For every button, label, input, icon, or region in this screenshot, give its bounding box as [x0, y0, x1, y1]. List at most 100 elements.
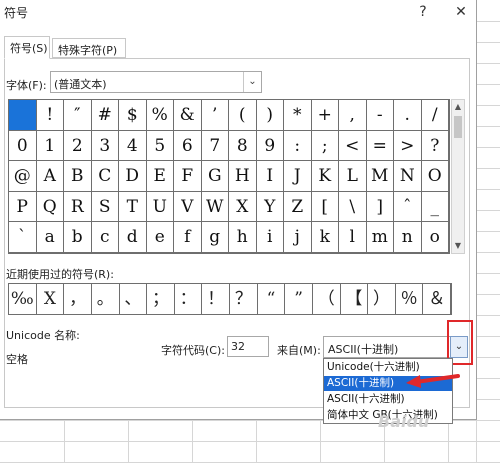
symbol-cell[interactable]: d — [119, 222, 147, 253]
symbol-cell[interactable]: S — [91, 191, 119, 223]
symbol-cell[interactable]: j — [284, 222, 312, 253]
symbol-cell[interactable]: g — [201, 222, 229, 253]
symbol-cell[interactable]: T — [119, 191, 147, 223]
symbol-cell[interactable]: D — [119, 161, 147, 192]
recent-symbol-cell[interactable]: ‰ — [9, 284, 37, 314]
recent-symbol-cell[interactable]: ） — [368, 284, 396, 314]
symbol-cell[interactable]: a — [36, 222, 64, 253]
recent-symbol-cell[interactable]: ， — [64, 284, 92, 314]
symbol-cell[interactable]: ’ — [201, 100, 229, 131]
symbol-cell[interactable]: 3 — [91, 130, 119, 162]
symbol-cell[interactable]: I — [256, 161, 284, 192]
symbol-cell[interactable]: C — [91, 161, 119, 192]
symbol-cell[interactable]: L — [339, 161, 367, 192]
symbol-cell[interactable]: ` — [9, 222, 37, 253]
symbol-cell[interactable]: 0 — [9, 130, 37, 162]
symbol-cell[interactable]: ; — [311, 130, 339, 162]
help-button[interactable]: ? — [412, 2, 434, 22]
symbol-cell[interactable]: e — [146, 222, 174, 253]
symbol-cell[interactable]: 6 — [174, 130, 202, 162]
symbol-cell[interactable]: # — [91, 100, 119, 131]
symbol-cell[interactable]: c — [91, 222, 119, 253]
symbol-cell[interactable]: / — [421, 100, 449, 131]
symbol-cell[interactable]: G — [201, 161, 229, 192]
symbol-cell[interactable]: Q — [36, 191, 64, 223]
symbol-cell[interactable]: ˆ — [394, 191, 422, 223]
symbol-cell[interactable]: o — [421, 222, 449, 253]
symbol-cell[interactable]: K — [311, 161, 339, 192]
symbol-cell[interactable]: 7 — [201, 130, 229, 162]
recent-symbol-cell[interactable]: ！ — [202, 284, 230, 314]
recent-symbol-cell[interactable]: 【 — [341, 284, 369, 314]
symbol-cell[interactable]: E — [146, 161, 174, 192]
symbol-cell[interactable]: B — [64, 161, 92, 192]
recent-symbol-cell[interactable]: “ — [258, 284, 286, 314]
recent-symbol-cell[interactable]: ％ — [396, 284, 424, 314]
symbol-cell[interactable]: A — [36, 161, 64, 192]
symbol-cell[interactable] — [9, 100, 37, 131]
symbol-cell[interactable]: b — [64, 222, 92, 253]
symbol-cell[interactable]: W — [201, 191, 229, 223]
close-button[interactable]: ✕ — [450, 2, 472, 22]
symbol-cell[interactable]: : — [284, 130, 312, 162]
symbol-cell[interactable]: , — [339, 100, 367, 131]
symbol-cell[interactable]: X — [229, 191, 257, 223]
scrollbar-thumb[interactable] — [454, 116, 462, 138]
symbol-cell[interactable]: 8 — [229, 130, 257, 162]
scroll-down-icon[interactable]: ▼ — [452, 239, 464, 253]
symbol-cell[interactable]: = — [366, 130, 394, 162]
symbol-cell[interactable]: F — [174, 161, 202, 192]
symbol-cell[interactable]: m — [366, 222, 394, 253]
symbol-cell[interactable]: V — [174, 191, 202, 223]
recent-symbol-cell[interactable]: X — [37, 284, 65, 314]
recent-symbol-cell[interactable]: 。 — [92, 284, 120, 314]
symbol-cell[interactable]: l — [339, 222, 367, 253]
symbol-cell[interactable]: + — [311, 100, 339, 131]
symbol-cell[interactable]: k — [311, 222, 339, 253]
tab-special-chars[interactable]: 特殊字符(P) — [52, 38, 126, 58]
symbol-cell[interactable]: [ — [311, 191, 339, 223]
symbol-cell[interactable]: ″ — [64, 100, 92, 131]
symbol-cell[interactable]: ) — [256, 100, 284, 131]
symbol-cell[interactable]: ! — [36, 100, 64, 131]
symbol-cell[interactable]: Y — [256, 191, 284, 223]
symbol-cell[interactable]: ? — [421, 130, 449, 162]
symbol-cell[interactable]: h — [229, 222, 257, 253]
symbol-cell[interactable]: > — [394, 130, 422, 162]
recent-symbol-cell[interactable]: ？ — [230, 284, 258, 314]
symbol-grid-scrollbar[interactable]: ▲ ▼ — [451, 99, 465, 254]
recent-symbol-cell[interactable]: ＆ — [423, 284, 451, 314]
symbol-cell[interactable]: @ — [9, 161, 37, 192]
symbol-cell[interactable]: ] — [366, 191, 394, 223]
symbol-cell[interactable]: R — [64, 191, 92, 223]
symbol-cell[interactable]: & — [174, 100, 202, 131]
symbol-cell[interactable]: _ — [421, 191, 449, 223]
symbol-cell[interactable]: U — [146, 191, 174, 223]
symbol-cell[interactable]: f — [174, 222, 202, 253]
symbol-cell[interactable]: % — [146, 100, 174, 131]
symbol-cell[interactable]: - — [366, 100, 394, 131]
font-select[interactable]: (普通文本) ⌄ — [50, 71, 262, 93]
recent-symbol-cell[interactable]: 、 — [120, 284, 148, 314]
tab-symbols[interactable]: 符号(S) — [4, 36, 50, 59]
symbol-cell[interactable]: i — [256, 222, 284, 253]
symbol-cell[interactable]: N — [394, 161, 422, 192]
symbol-cell[interactable]: P — [9, 191, 37, 223]
symbol-cell[interactable]: 1 — [36, 130, 64, 162]
symbol-cell[interactable]: 9 — [256, 130, 284, 162]
recent-symbol-cell[interactable]: （ — [313, 284, 341, 314]
symbol-cell[interactable]: 2 — [64, 130, 92, 162]
symbol-cell[interactable]: H — [229, 161, 257, 192]
symbol-cell[interactable]: J — [284, 161, 312, 192]
recent-symbol-cell[interactable]: ” — [285, 284, 313, 314]
symbol-cell[interactable]: Z — [284, 191, 312, 223]
symbol-cell[interactable]: . — [394, 100, 422, 131]
symbol-cell[interactable]: M — [366, 161, 394, 192]
recent-symbol-cell[interactable]: ： — [175, 284, 203, 314]
chevron-down-icon[interactable]: ⌄ — [243, 72, 261, 92]
symbol-cell[interactable]: < — [339, 130, 367, 162]
dropdown-option-ascii-hex[interactable]: ASCII(十六进制) — [324, 392, 452, 407]
symbol-cell[interactable]: 4 — [119, 130, 147, 162]
symbol-cell[interactable]: \ — [339, 191, 367, 223]
symbol-cell[interactable]: O — [421, 161, 449, 192]
